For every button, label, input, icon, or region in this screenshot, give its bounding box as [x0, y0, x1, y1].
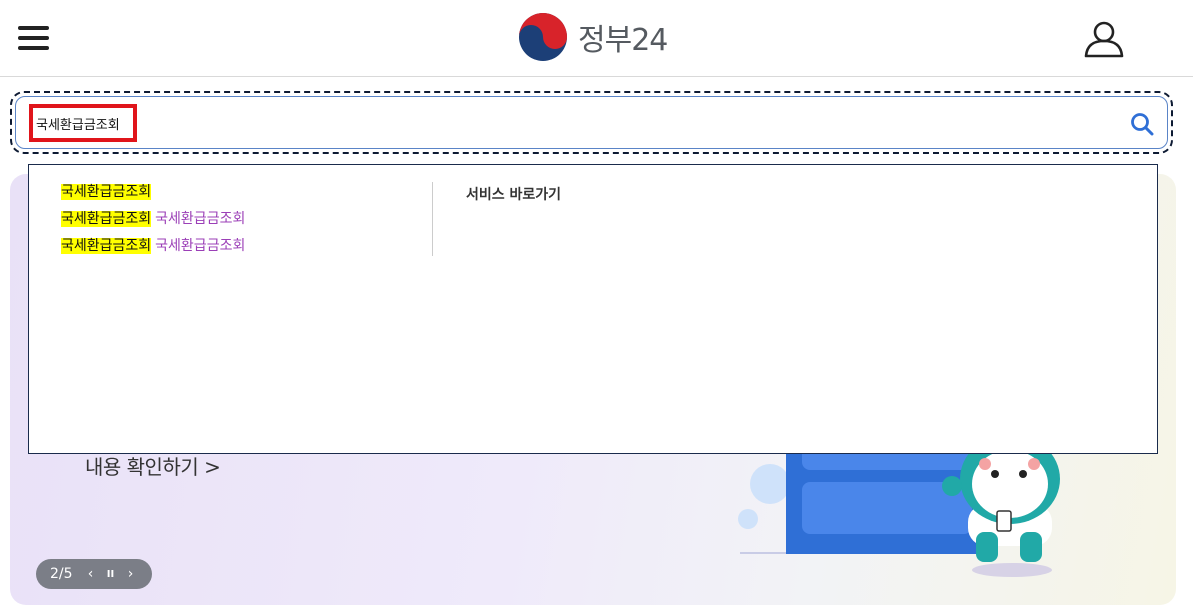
suggestion-list: 국세환급금조회 국세환급금조회 국세환급금조회 국세환급금조회 국세환급금조회: [61, 182, 245, 263]
top-header: 정부24: [0, 0, 1193, 77]
logo-text: 정부24: [578, 23, 668, 58]
search-box: [15, 96, 1168, 149]
suggestion-item[interactable]: 국세환급금조회: [61, 182, 245, 209]
menu-icon[interactable]: [18, 24, 50, 52]
pause-icon[interactable]: II: [101, 569, 121, 580]
suggestion-category: 국세환급금조회: [155, 211, 246, 227]
banner-detail-link[interactable]: 내용 확인하기 >: [85, 451, 221, 480]
suggestion-match: 국세환급금조회: [61, 184, 152, 200]
prev-slide-icon[interactable]: ‹: [81, 566, 101, 582]
slide-control: 2/5 ‹ II ›: [36, 559, 152, 589]
search-input[interactable]: [28, 105, 1104, 141]
search-icon[interactable]: [1129, 111, 1155, 137]
suggestion-item[interactable]: 국세환급금조회 국세환급금조회: [61, 236, 245, 263]
logo[interactable]: 정부24: [518, 13, 668, 61]
suggestion-match: 국세환급금조회: [61, 238, 152, 254]
taegeuk-icon: [519, 13, 567, 61]
user-icon[interactable]: [1083, 20, 1125, 58]
dropdown-divider: [432, 182, 433, 256]
suggestion-match: 국세환급금조회: [61, 211, 152, 227]
service-shortcut-title: 서비스 바로가기: [466, 187, 562, 203]
suggestion-category: 국세환급금조회: [155, 238, 246, 254]
suggestion-item[interactable]: 국세환급금조회 국세환급금조회: [61, 209, 245, 236]
next-slide-icon[interactable]: ›: [121, 566, 141, 582]
search-bar: [10, 91, 1173, 154]
autocomplete-dropdown: 국세환급금조회 국세환급금조회 국세환급금조회 국세환급금조회 국세환급금조회 서비…: [28, 164, 1158, 454]
slide-counter: 2/5: [50, 566, 73, 582]
